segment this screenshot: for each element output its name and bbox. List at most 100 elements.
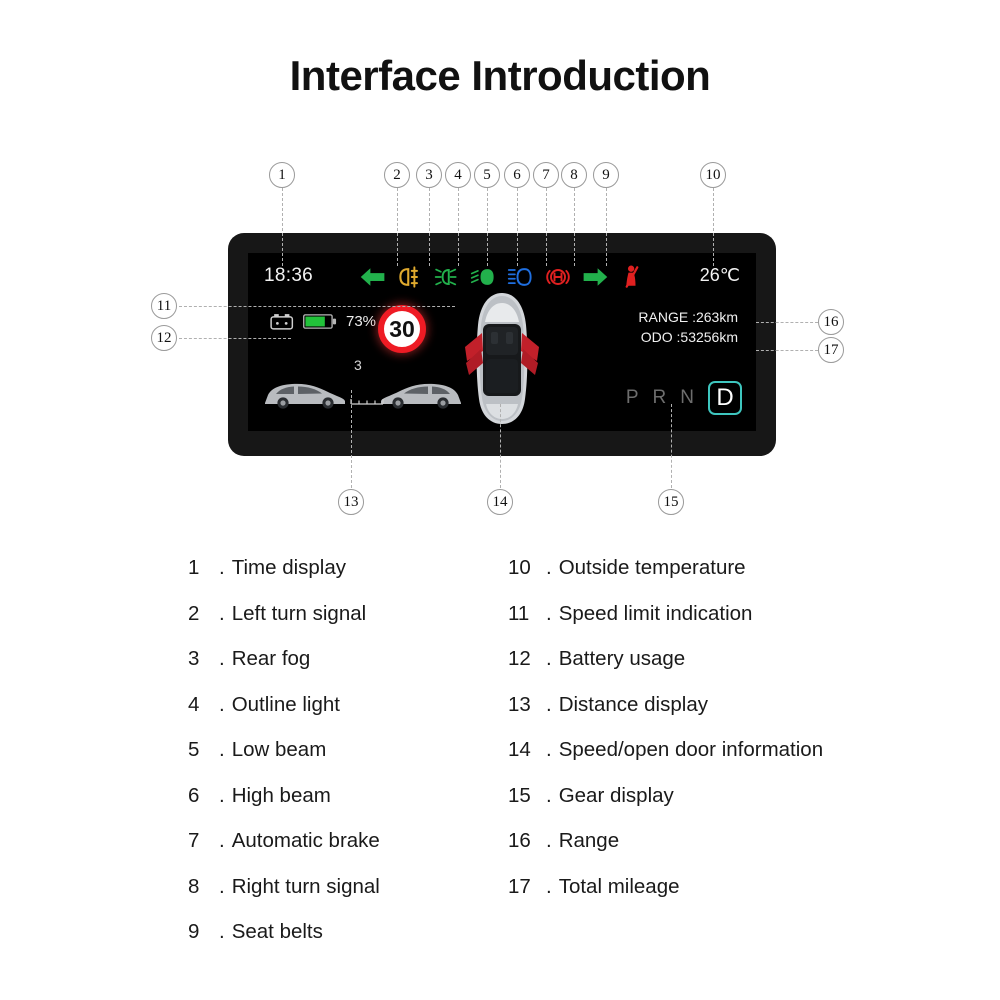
legend-text: Speed limit indication [558, 601, 753, 625]
callout-1[interactable]: 1 [269, 162, 295, 188]
legend-separator: . [219, 874, 225, 898]
callout-15[interactable]: 15 [658, 489, 684, 515]
gear-option-r[interactable]: R [653, 387, 668, 409]
leader-line-17 [756, 350, 818, 351]
speed-limit-sign: 30 [378, 305, 426, 353]
legend-text: Range [558, 829, 620, 852]
lead-car-side-icon [265, 383, 345, 409]
legend-separator: . [219, 783, 225, 807]
legend-column-left: 1 . Time display 2 . Left turn signal 3 … [188, 556, 488, 966]
legend-text: Total mileage [558, 874, 680, 898]
distance-value: 3 [354, 357, 362, 373]
legend-item: 15 . Gear display [508, 784, 928, 830]
battery-level-icon [303, 314, 337, 329]
legend-number: 3 [188, 647, 200, 670]
legend-separator: . [546, 829, 552, 852]
speed-limit-value: 30 [389, 315, 415, 342]
leader-line-2 [397, 188, 398, 266]
legend-number: 8 [188, 874, 200, 898]
leader-line-5 [487, 188, 488, 266]
low-beam-icon [470, 269, 494, 285]
callout-6[interactable]: 6 [504, 162, 530, 188]
callout-17[interactable]: 17 [818, 337, 844, 363]
callout-13[interactable]: 13 [338, 489, 364, 515]
legend-separator: . [546, 601, 552, 625]
legend-separator: . [219, 647, 225, 670]
range-value: RANGE :263km [638, 309, 738, 325]
legend-column-right: 10 . Outside temperature 11 . Speed limi… [508, 556, 928, 920]
legend-separator: . [546, 692, 552, 716]
callout-4[interactable]: 4 [445, 162, 471, 188]
leader-line-16 [756, 322, 818, 323]
leader-line-1 [282, 188, 283, 266]
legend-text: Seat belts [231, 920, 323, 943]
distance-tick-marks [350, 399, 384, 405]
legend-item: 9 . Seat belts [188, 920, 488, 966]
legend-number: 13 [508, 692, 531, 716]
legend-separator: . [219, 829, 225, 852]
ego-car-side-icon [381, 383, 461, 409]
callout-7[interactable]: 7 [533, 162, 559, 188]
odo-value: ODO :53256km [640, 329, 738, 346]
legend-separator: . [219, 738, 225, 761]
legend-separator: . [219, 601, 225, 625]
battery-usage: 73% [270, 313, 376, 330]
callout-11[interactable]: 11 [151, 293, 177, 319]
leader-line-8 [574, 188, 575, 266]
legend-number: 4 [188, 692, 200, 716]
leader-line-15 [671, 404, 672, 488]
legend-item: 17 . Total mileage [508, 875, 928, 921]
callout-14[interactable]: 14 [487, 489, 513, 515]
outline-light-icon [434, 268, 457, 286]
leader-line-3 [429, 188, 430, 266]
battery-percent: 73% [346, 313, 377, 330]
car-battery-icon [270, 314, 294, 330]
callout-16[interactable]: 16 [818, 309, 844, 335]
leader-line-4 [458, 188, 459, 266]
legend-separator: . [219, 556, 225, 579]
legend-item: 1 . Time display [188, 556, 488, 602]
legend-text: Outside temperature [558, 556, 746, 579]
gear-option-n[interactable]: N [680, 387, 695, 409]
callout-10[interactable]: 10 [700, 162, 726, 188]
legend-number: 9 [188, 920, 200, 943]
callout-9[interactable]: 9 [593, 162, 619, 188]
legend-text: Rear fog [231, 647, 311, 670]
gear-option-p[interactable]: P [626, 387, 640, 409]
legend-text: Speed/open door information [558, 738, 824, 761]
leader-line-10 [713, 188, 714, 266]
legend-number: 10 [508, 556, 531, 579]
legend-item: 16 . Range [508, 829, 928, 875]
seat-belt-icon [625, 265, 638, 288]
leader-line-7 [546, 188, 547, 266]
legend-item: 4 . Outline light [188, 693, 488, 739]
legend: 1 . Time display 2 . Left turn signal 3 … [0, 556, 1000, 976]
callout-12[interactable]: 12 [151, 325, 177, 351]
gear-option-d-selected[interactable]: D [708, 381, 742, 415]
callout-5[interactable]: 5 [474, 162, 500, 188]
leader-line-12 [179, 338, 291, 339]
legend-number: 5 [188, 738, 200, 761]
legend-item: 2 . Left turn signal [188, 602, 488, 648]
legend-text: Right turn signal [231, 874, 380, 898]
callout-8[interactable]: 8 [561, 162, 587, 188]
legend-number: 1 [188, 556, 200, 579]
right-turn-signal-icon [583, 268, 607, 286]
legend-separator: . [546, 874, 552, 898]
legend-item: 3 . Rear fog [188, 647, 488, 693]
page-title: Interface Introduction [289, 52, 711, 99]
legend-text: Battery usage [558, 647, 686, 670]
legend-number: 6 [188, 783, 200, 807]
callout-3[interactable]: 3 [416, 162, 442, 188]
automatic-brake-icon [545, 269, 570, 285]
legend-item: 5 . Low beam [188, 738, 488, 784]
callout-2[interactable]: 2 [384, 162, 410, 188]
legend-separator: . [546, 738, 552, 761]
legend-item: 7 . Automatic brake [188, 829, 488, 875]
rear-fog-light-icon [398, 266, 418, 288]
legend-separator: . [546, 556, 552, 579]
legend-item: 8 . Right turn signal [188, 875, 488, 921]
leader-line-9 [606, 188, 607, 266]
legend-number: 14 [508, 738, 531, 761]
legend-text: Left turn signal [231, 601, 367, 625]
